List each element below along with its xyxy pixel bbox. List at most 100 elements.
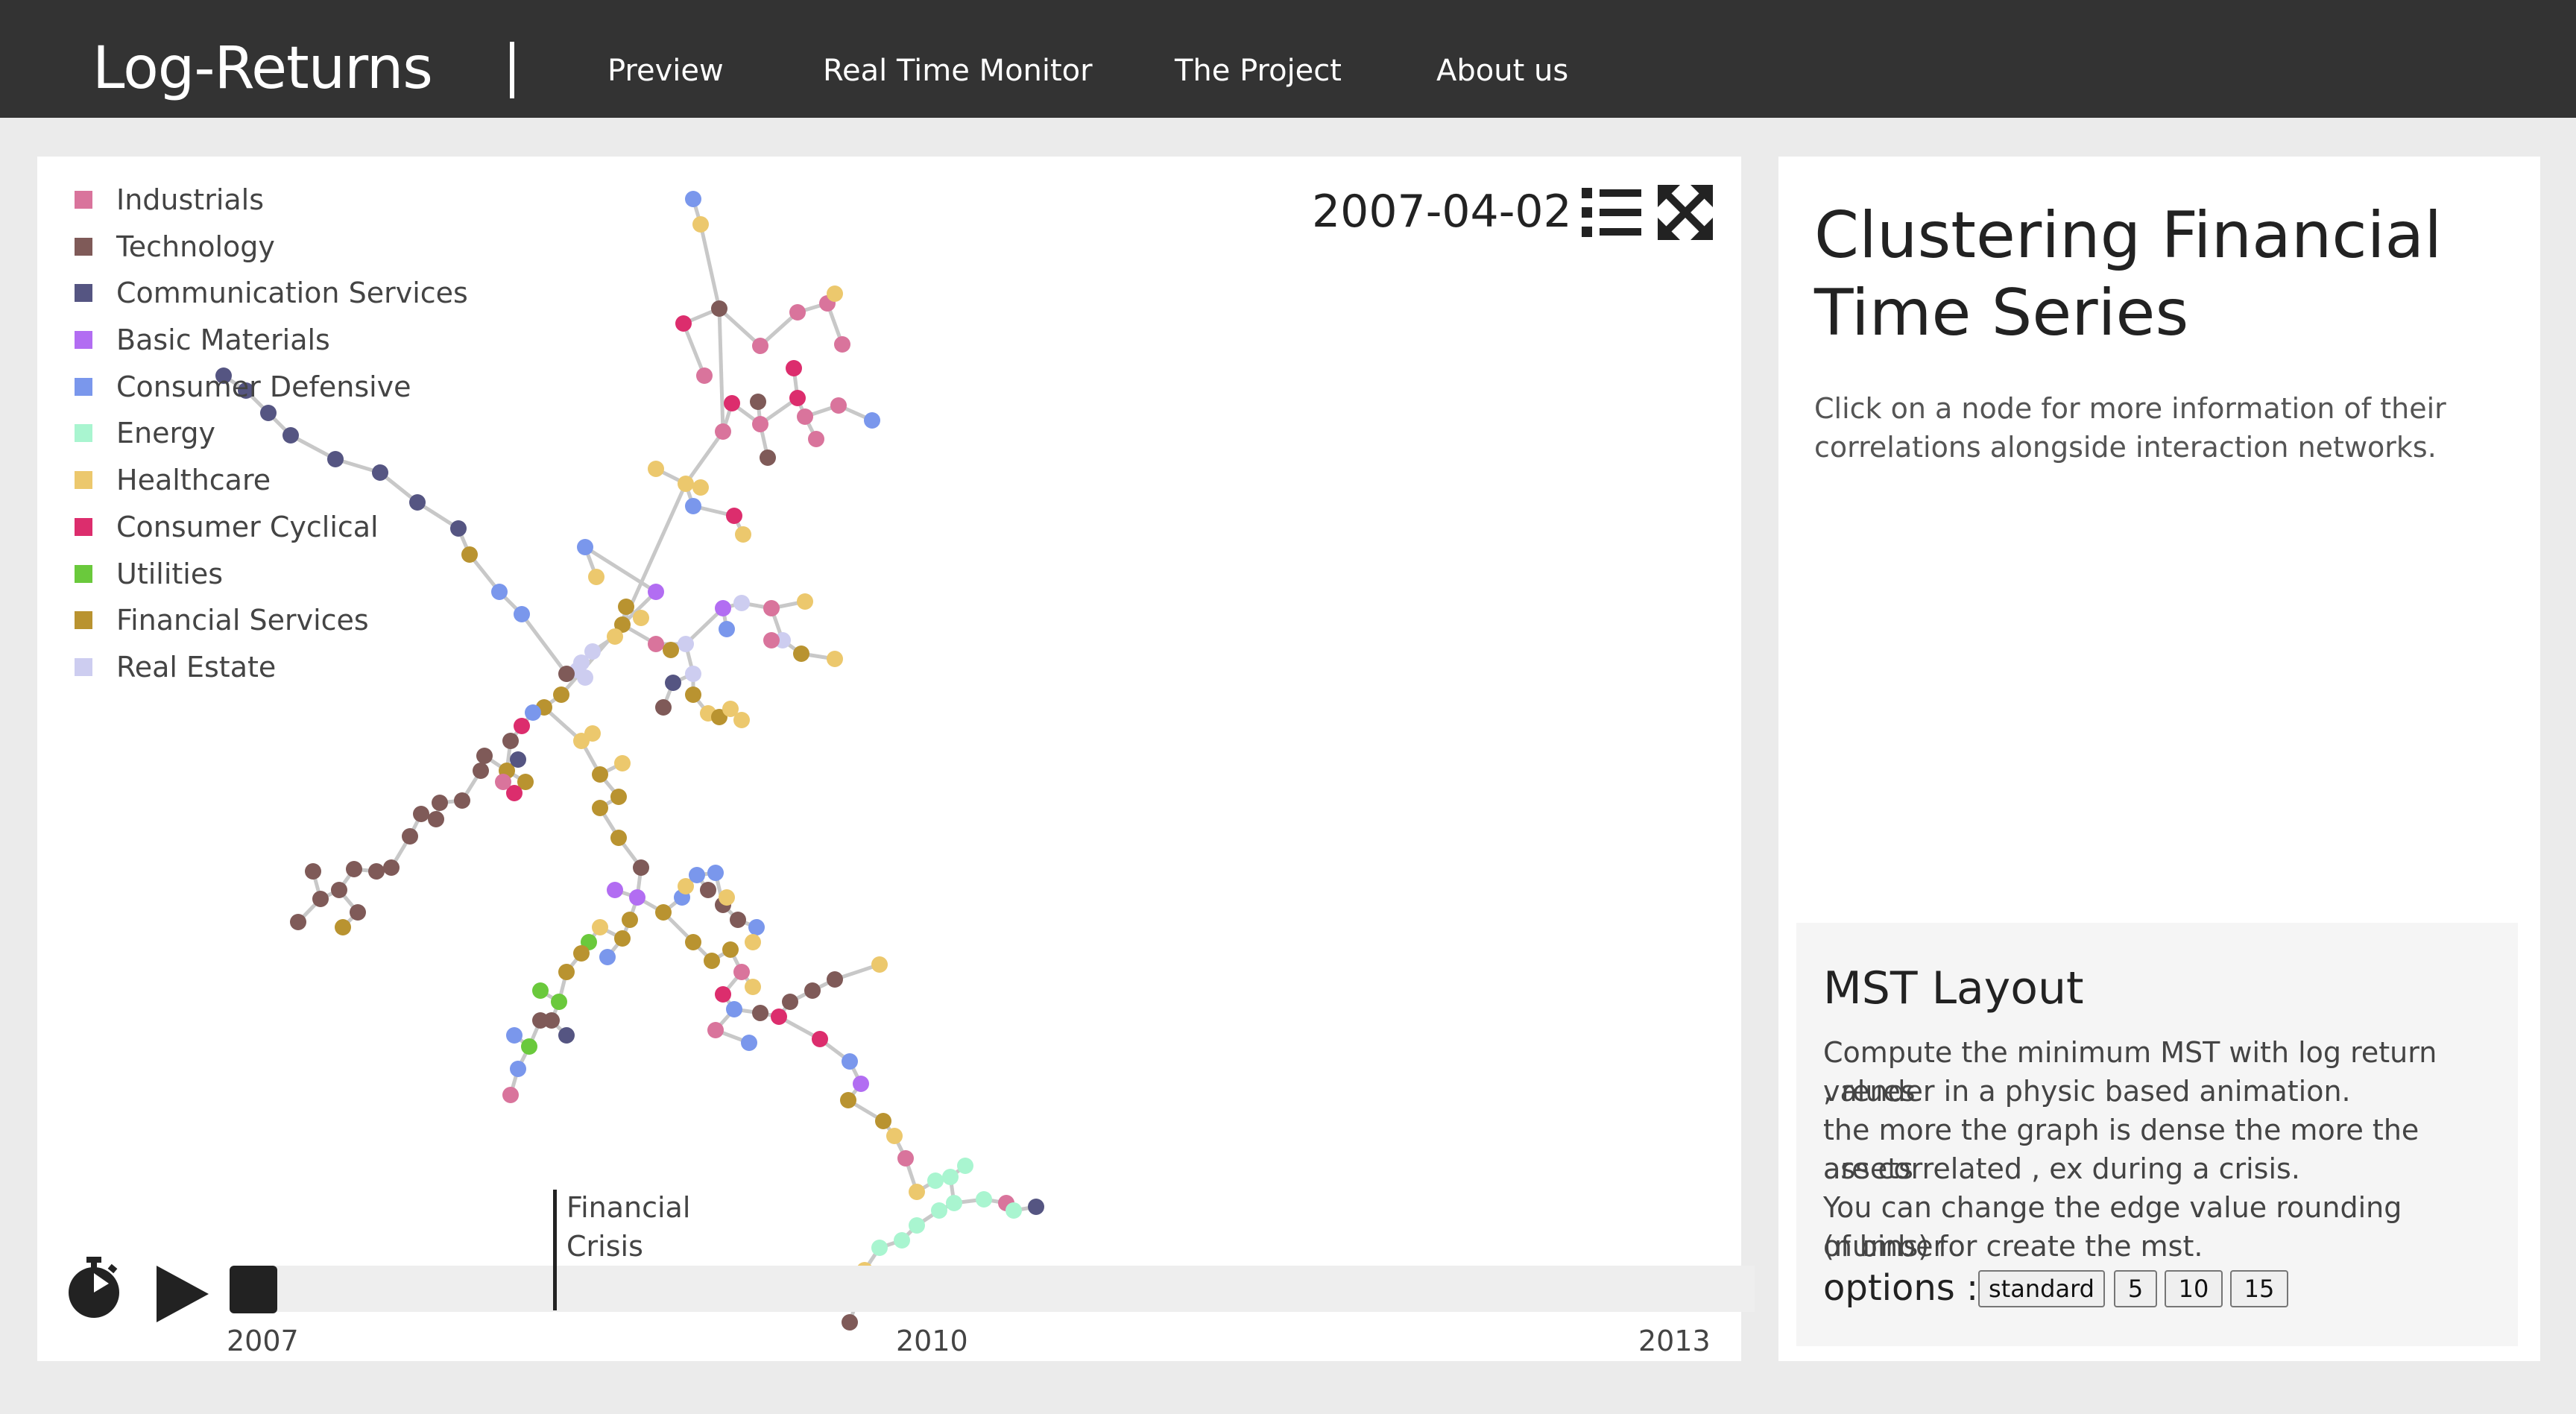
graph-node[interactable]	[827, 285, 843, 302]
graph-node[interactable]	[786, 360, 802, 376]
graph-node[interactable]	[510, 751, 526, 768]
graph-node[interactable]	[886, 1128, 903, 1144]
graph-node[interactable]	[871, 956, 888, 973]
graph-node[interactable]	[782, 994, 798, 1010]
graph-node[interactable]	[607, 882, 623, 898]
graph-node[interactable]	[473, 763, 489, 779]
graph-node[interactable]	[450, 520, 467, 537]
graph-node[interactable]	[521, 1038, 537, 1055]
graph-node[interactable]	[592, 919, 608, 935]
graph-node[interactable]	[715, 986, 731, 1003]
graph-node[interactable]	[454, 792, 470, 809]
graph-node[interactable]	[745, 979, 761, 995]
graph-node[interactable]	[461, 546, 478, 563]
graph-node[interactable]	[655, 699, 672, 716]
graph-node[interactable]	[685, 498, 701, 514]
graph-node[interactable]	[735, 526, 751, 543]
graph-node[interactable]	[502, 733, 519, 749]
option-5-button[interactable]: 5	[2114, 1270, 2157, 1307]
graph-node[interactable]	[678, 636, 694, 652]
graph-node[interactable]	[577, 669, 593, 686]
graph-node[interactable]	[551, 994, 567, 1010]
graph-node[interactable]	[618, 599, 634, 615]
graph-node[interactable]	[558, 1027, 575, 1044]
graph-node[interactable]	[312, 891, 329, 907]
graph-node[interactable]	[607, 628, 623, 645]
graph-node[interactable]	[894, 1232, 910, 1249]
graph-node[interactable]	[372, 464, 388, 481]
graph-node[interactable]	[290, 914, 306, 930]
graph-node[interactable]	[610, 830, 627, 846]
graph-node[interactable]	[752, 416, 768, 432]
graph-node[interactable]	[730, 912, 746, 928]
graph-node[interactable]	[675, 315, 692, 332]
graph-node[interactable]	[592, 766, 608, 783]
graph-node[interactable]	[789, 304, 806, 321]
graph-node[interactable]	[793, 646, 809, 662]
graph-node[interactable]	[957, 1158, 973, 1174]
graph-node[interactable]	[842, 1314, 858, 1331]
graph-node[interactable]	[853, 1076, 869, 1092]
graph-node[interactable]	[402, 828, 418, 845]
list-icon[interactable]	[1580, 185, 1643, 240]
graph-node[interactable]	[864, 412, 880, 429]
graph-node[interactable]	[331, 882, 347, 898]
graph-node[interactable]	[584, 725, 601, 742]
nav-link-preview[interactable]: Preview	[607, 52, 724, 89]
graph-node[interactable]	[763, 632, 780, 648]
graph-node[interactable]	[741, 1035, 757, 1051]
graph-node[interactable]	[726, 1001, 742, 1017]
expand-icon[interactable]	[1656, 183, 1714, 242]
graph-node[interactable]	[946, 1195, 962, 1211]
graph-node[interactable]	[689, 867, 705, 883]
graph-node[interactable]	[715, 423, 731, 440]
graph-node[interactable]	[797, 593, 813, 610]
graph-node[interactable]	[502, 1087, 519, 1103]
graph-node[interactable]	[592, 800, 608, 816]
graph-node[interactable]	[428, 811, 444, 827]
graph-node[interactable]	[558, 666, 575, 682]
graph-node[interactable]	[927, 1172, 944, 1189]
graph-node[interactable]	[514, 718, 530, 734]
graph-node[interactable]	[614, 755, 631, 771]
graph-node[interactable]	[711, 300, 727, 317]
timeline-slider[interactable]	[274, 1266, 1755, 1312]
graph-node[interactable]	[1028, 1199, 1044, 1215]
graph-node[interactable]	[409, 494, 426, 511]
graph-node[interactable]	[655, 904, 672, 921]
graph-node[interactable]	[346, 861, 362, 877]
graph-node[interactable]	[432, 795, 448, 811]
graph-node[interactable]	[771, 1009, 787, 1025]
graph-node[interactable]	[525, 704, 541, 721]
graph-node[interactable]	[553, 687, 569, 703]
nav-link-about-us[interactable]: About us	[1436, 52, 1568, 89]
graph-node[interactable]	[797, 408, 813, 425]
graph-node[interactable]	[707, 1022, 724, 1038]
graph-node[interactable]	[305, 863, 321, 880]
nav-link-real-time-monitor[interactable]: Real Time Monitor	[823, 52, 1093, 89]
graph-node[interactable]	[383, 859, 400, 876]
graph-node[interactable]	[633, 859, 649, 876]
graph-node[interactable]	[733, 595, 750, 611]
graph-node[interactable]	[665, 675, 681, 691]
graph-node[interactable]	[692, 479, 709, 496]
graph-node[interactable]	[532, 1012, 549, 1029]
graph-node[interactable]	[722, 941, 739, 958]
graph-node[interactable]	[840, 1092, 856, 1108]
graph-node[interactable]	[875, 1113, 891, 1129]
graph-node[interactable]	[827, 971, 843, 988]
graph-node[interactable]	[685, 191, 701, 207]
graph-node[interactable]	[830, 397, 847, 414]
graph-node[interactable]	[506, 1027, 523, 1044]
graph-node[interactable]	[909, 1217, 925, 1234]
graph-node[interactable]	[976, 1191, 992, 1208]
graph-node[interactable]	[514, 606, 530, 622]
stop-icon[interactable]	[230, 1266, 277, 1313]
graph-node[interactable]	[685, 666, 701, 682]
graph-node[interactable]	[413, 806, 429, 822]
graph-node[interactable]	[733, 712, 750, 728]
play-icon[interactable]	[154, 1264, 210, 1324]
graph-node[interactable]	[614, 930, 631, 947]
graph-node[interactable]	[812, 1031, 828, 1047]
graph-node[interactable]	[745, 934, 761, 950]
